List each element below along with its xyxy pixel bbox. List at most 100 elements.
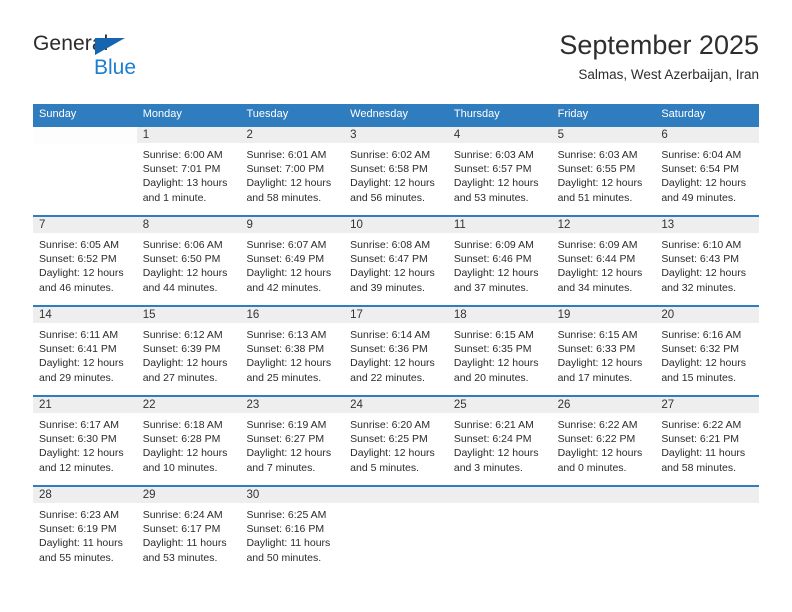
daylight-text-line1: Daylight: 12 hours bbox=[246, 357, 332, 370]
day-number-band: 27 bbox=[655, 397, 760, 414]
day-cell[interactable]: 21 Sunrise: 6:17 AM Sunset: 6:30 PM Dayl… bbox=[33, 397, 137, 485]
day-number-band: 28 bbox=[33, 487, 137, 504]
day-cell[interactable]: 25 Sunrise: 6:21 AM Sunset: 6:24 PM Dayl… bbox=[447, 397, 552, 485]
day-cell bbox=[655, 487, 760, 575]
day-cell[interactable]: 26 Sunrise: 6:22 AM Sunset: 6:22 PM Dayl… bbox=[551, 397, 656, 485]
day-cell[interactable]: 22 Sunrise: 6:18 AM Sunset: 6:28 PM Dayl… bbox=[136, 397, 241, 485]
sunset-text: Sunset: 6:39 PM bbox=[142, 343, 221, 356]
daylight-text-line1: Daylight: 12 hours bbox=[557, 357, 643, 370]
day-cell[interactable]: 2 Sunrise: 6:01 AM Sunset: 7:00 PM Dayli… bbox=[240, 127, 345, 215]
daylight-text-line2: and 32 minutes. bbox=[661, 281, 737, 294]
daylight-text-line2: and 10 minutes. bbox=[142, 461, 218, 474]
day-cell[interactable]: 17 Sunrise: 6:14 AM Sunset: 6:36 PM Dayl… bbox=[344, 307, 448, 395]
sunset-text: Sunset: 6:16 PM bbox=[246, 523, 325, 536]
day-details: Sunrise: 6:01 AM Sunset: 7:00 PM Dayligh… bbox=[240, 144, 344, 205]
day-cell[interactable]: 20 Sunrise: 6:16 AM Sunset: 6:32 PM Dayl… bbox=[655, 307, 760, 395]
sunset-text: Sunset: 6:35 PM bbox=[453, 343, 532, 356]
daylight-text-line2: and 42 minutes. bbox=[246, 281, 322, 294]
day-cell[interactable]: 4 Sunrise: 6:03 AM Sunset: 6:57 PM Dayli… bbox=[447, 127, 552, 215]
day-details: Sunrise: 6:09 AM Sunset: 6:46 PM Dayligh… bbox=[448, 234, 552, 295]
daylight-text-line2: and 15 minutes. bbox=[661, 371, 737, 384]
day-number-band: 5 bbox=[551, 127, 656, 144]
day-number-band bbox=[33, 127, 137, 144]
day-cell[interactable]: 28 Sunrise: 6:23 AM Sunset: 6:19 PM Dayl… bbox=[33, 487, 137, 575]
sunset-text: Sunset: 6:46 PM bbox=[453, 253, 532, 266]
daylight-text-line2: and 1 minute. bbox=[142, 191, 207, 204]
day-number: 21 bbox=[39, 399, 52, 411]
day-cell[interactable]: 23 Sunrise: 6:19 AM Sunset: 6:27 PM Dayl… bbox=[240, 397, 345, 485]
day-cell[interactable]: 1 Sunrise: 6:00 AM Sunset: 7:01 PM Dayli… bbox=[136, 127, 241, 215]
logo-text-blue: Blue bbox=[94, 56, 137, 79]
day-cell[interactable]: 29 Sunrise: 6:24 AM Sunset: 6:17 PM Dayl… bbox=[136, 487, 241, 575]
sunset-text: Sunset: 6:43 PM bbox=[661, 253, 739, 266]
day-number-band: 23 bbox=[240, 397, 345, 414]
sunrise-text: Sunrise: 6:02 AM bbox=[350, 149, 431, 161]
day-number-band: 4 bbox=[447, 127, 552, 144]
day-number-band: 3 bbox=[344, 127, 448, 144]
daylight-text-line2: and 5 minutes. bbox=[350, 461, 420, 474]
day-cell bbox=[447, 487, 552, 575]
day-number: 28 bbox=[39, 489, 52, 501]
sunset-text: Sunset: 6:36 PM bbox=[350, 343, 428, 356]
day-number-band: 13 bbox=[655, 217, 760, 234]
sunset-text: Sunset: 6:49 PM bbox=[246, 253, 325, 266]
calendar-grid: Sunday Monday Tuesday Wednesday Thursday… bbox=[33, 104, 760, 575]
daylight-text-line1: Daylight: 12 hours bbox=[246, 447, 332, 460]
day-cell[interactable]: 24 Sunrise: 6:20 AM Sunset: 6:25 PM Dayl… bbox=[344, 397, 448, 485]
daylight-text-line1: Daylight: 12 hours bbox=[246, 177, 332, 190]
day-cell[interactable]: 16 Sunrise: 6:13 AM Sunset: 6:38 PM Dayl… bbox=[240, 307, 345, 395]
day-number-band: 1 bbox=[136, 127, 241, 144]
sunrise-text: Sunrise: 6:04 AM bbox=[661, 149, 742, 161]
sunset-text: Sunset: 6:52 PM bbox=[39, 253, 117, 266]
daylight-text-line2: and 58 minutes. bbox=[661, 461, 737, 474]
day-number: 4 bbox=[453, 129, 461, 141]
sunrise-text: Sunrise: 6:03 AM bbox=[453, 149, 534, 161]
day-details: Sunrise: 6:12 AM Sunset: 6:39 PM Dayligh… bbox=[137, 324, 241, 385]
dow-monday: Monday bbox=[142, 108, 182, 120]
day-number-band: 8 bbox=[136, 217, 241, 234]
sunset-text: Sunset: 6:57 PM bbox=[453, 163, 532, 176]
day-cell[interactable]: 14 Sunrise: 6:11 AM Sunset: 6:41 PM Dayl… bbox=[33, 307, 137, 395]
day-cell[interactable]: 6 Sunrise: 6:04 AM Sunset: 6:54 PM Dayli… bbox=[655, 127, 760, 215]
daylight-text-line2: and 56 minutes. bbox=[350, 191, 425, 204]
daylight-text-line1: Daylight: 12 hours bbox=[557, 447, 643, 460]
calendar-page: General Blue September 2025 Salmas, West… bbox=[0, 0, 792, 612]
day-cell[interactable]: 5 Sunrise: 6:03 AM Sunset: 6:55 PM Dayli… bbox=[551, 127, 656, 215]
sunrise-text: Sunrise: 6:17 AM bbox=[39, 419, 119, 431]
day-cell[interactable]: 27 Sunrise: 6:22 AM Sunset: 6:21 PM Dayl… bbox=[655, 397, 760, 485]
sunset-text: Sunset: 6:50 PM bbox=[142, 253, 221, 266]
sunrise-text: Sunrise: 6:16 AM bbox=[661, 329, 742, 341]
day-cell[interactable]: 15 Sunrise: 6:12 AM Sunset: 6:39 PM Dayl… bbox=[136, 307, 241, 395]
daylight-text-line1: Daylight: 12 hours bbox=[142, 357, 228, 370]
daylight-text-line2: and 0 minutes. bbox=[557, 461, 627, 474]
sunrise-text: Sunrise: 6:14 AM bbox=[350, 329, 431, 341]
day-cell[interactable]: 7 Sunrise: 6:05 AM Sunset: 6:52 PM Dayli… bbox=[33, 217, 137, 305]
dow-sunday: Sunday bbox=[39, 108, 77, 120]
generalblue-logo[interactable]: General Blue bbox=[33, 32, 233, 84]
day-details: Sunrise: 6:09 AM Sunset: 6:44 PM Dayligh… bbox=[552, 234, 656, 295]
day-number: 9 bbox=[246, 219, 253, 231]
day-number-band: 10 bbox=[344, 217, 448, 234]
day-cell[interactable]: 18 Sunrise: 6:15 AM Sunset: 6:35 PM Dayl… bbox=[447, 307, 552, 395]
sunrise-text: Sunrise: 6:12 AM bbox=[142, 329, 223, 341]
day-cell[interactable]: 10 Sunrise: 6:08 AM Sunset: 6:47 PM Dayl… bbox=[344, 217, 448, 305]
day-cell[interactable]: 30 Sunrise: 6:25 AM Sunset: 6:16 PM Dayl… bbox=[240, 487, 345, 575]
day-details: Sunrise: 6:03 AM Sunset: 6:57 PM Dayligh… bbox=[448, 144, 552, 205]
day-details: Sunrise: 6:22 AM Sunset: 6:22 PM Dayligh… bbox=[552, 414, 656, 475]
day-cell[interactable]: 9 Sunrise: 6:07 AM Sunset: 6:49 PM Dayli… bbox=[240, 217, 345, 305]
day-cell[interactable]: 11 Sunrise: 6:09 AM Sunset: 6:46 PM Dayl… bbox=[447, 217, 552, 305]
day-cell[interactable]: 12 Sunrise: 6:09 AM Sunset: 6:44 PM Dayl… bbox=[551, 217, 656, 305]
day-cell[interactable]: 3 Sunrise: 6:02 AM Sunset: 6:58 PM Dayli… bbox=[344, 127, 448, 215]
day-cell[interactable]: 13 Sunrise: 6:10 AM Sunset: 6:43 PM Dayl… bbox=[655, 217, 760, 305]
day-number: 26 bbox=[557, 399, 571, 411]
dow-saturday: Saturday bbox=[661, 108, 706, 120]
day-number-band bbox=[344, 487, 448, 504]
day-details: Sunrise: 6:00 AM Sunset: 7:01 PM Dayligh… bbox=[137, 144, 241, 205]
day-number: 24 bbox=[350, 399, 363, 411]
day-details: Sunrise: 6:25 AM Sunset: 6:16 PM Dayligh… bbox=[240, 504, 344, 565]
day-cell[interactable]: 8 Sunrise: 6:06 AM Sunset: 6:50 PM Dayli… bbox=[136, 217, 241, 305]
triangle-icon bbox=[95, 38, 125, 55]
day-cell[interactable]: 19 Sunrise: 6:15 AM Sunset: 6:33 PM Dayl… bbox=[551, 307, 656, 395]
daylight-text-line2: and 46 minutes. bbox=[39, 281, 114, 294]
calendar-week-row: 21 Sunrise: 6:17 AM Sunset: 6:30 PM Dayl… bbox=[33, 395, 760, 485]
